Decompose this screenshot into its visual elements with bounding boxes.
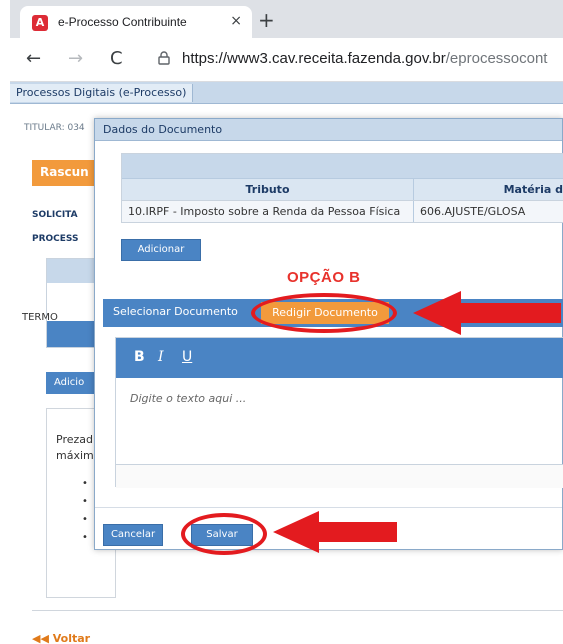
table-row[interactable]: 10.IRPF - Imposto sobre a Renda da Pesso… [122,200,563,222]
column-header-materia: Matéria d [503,183,563,196]
back-arrow-icon[interactable]: ← [26,48,41,69]
maxim-line: máxim [56,449,94,462]
dados-documento-modal: Dados do Documento Tributo Matéria d 10.… [94,118,563,555]
editor-toolbar: B I U [116,338,563,378]
list-item: • [82,478,88,489]
table-header-row: Tributo Matéria d [122,178,563,200]
url-field[interactable]: https://www3.cav.receita.fazenda.gov.br/… [182,50,547,67]
double-chevron-left-icon: ◀◀ [32,632,49,644]
url-path: /eprocessocont [445,50,548,67]
url-host: https://www3.cav.receita.fazenda.gov.br [182,50,446,67]
modal-title: Dados do Documento [103,123,223,136]
divider [95,507,562,508]
italic-button[interactable]: I [158,349,164,365]
titular-label: TITULAR: 034 [24,123,85,133]
voltar-link[interactable]: ◀◀ Voltar [32,632,90,644]
tributo-table: Tributo Matéria d 10.IRPF - Imposto sobr… [121,153,563,223]
breadcrumb[interactable]: Processos Digitais (e-Processo) [10,84,194,102]
table-cell-materia: 606.AJUSTE/GLOSA [420,205,526,218]
table-caption-bar [122,154,563,178]
reload-icon[interactable]: C [110,48,123,69]
document-editor: B I U Digite o texto aqui ... [115,337,563,488]
editor-footer [116,464,563,488]
tab-selecionar-documento[interactable]: Selecionar Documento [113,305,238,318]
red-arrow-redigir-icon [413,291,561,335]
forward-arrow-icon[interactable]: → [68,48,83,69]
browser-tab-bar: A e-Processo Contribuinte × + [10,0,563,38]
list-item: • [82,514,88,525]
voltar-label: Voltar [52,632,91,644]
modal-header: Dados do Documento [95,119,562,141]
editor-text-area[interactable]: Digite o texto aqui ... [130,392,246,405]
underline-button[interactable]: U [182,349,192,365]
background-prezado-text: Prezad máxim [56,432,94,464]
bold-button[interactable]: B [134,349,145,365]
termo-label: TERMO [22,312,58,323]
table-cell-tributo: 10.IRPF - Imposto sobre a Renda da Pesso… [122,201,414,222]
highlight-ellipse-salvar [181,513,267,555]
column-header-tributo: Tributo [122,179,414,200]
browser-tab[interactable]: A e-Processo Contribuinte × [20,6,252,38]
prezado-line: Prezad [56,433,93,446]
highlight-ellipse-redigir [251,293,397,333]
opcao-b-annotation: OPÇÃO B [287,269,361,286]
lock-icon[interactable] [158,51,170,65]
adicionar-button[interactable]: Adicionar [121,239,201,261]
browser-address-bar: ← → C https://www3.cav.receita.fazenda.g… [10,38,563,82]
page-content: Processos Digitais (e-Processo) TITULAR:… [10,82,563,644]
list-item: • [82,532,88,543]
tab-title: e-Processo Contribuinte [58,15,187,29]
cancelar-button[interactable]: Cancelar [103,524,163,546]
new-tab-icon[interactable]: + [258,8,275,32]
list-item: • [82,496,88,507]
tab-close-icon[interactable]: × [230,13,242,29]
angular-favicon-icon: A [32,15,48,31]
divider [32,610,563,611]
system-top-bar: Processos Digitais (e-Processo) [10,82,563,104]
red-arrow-salvar-icon [273,511,397,553]
